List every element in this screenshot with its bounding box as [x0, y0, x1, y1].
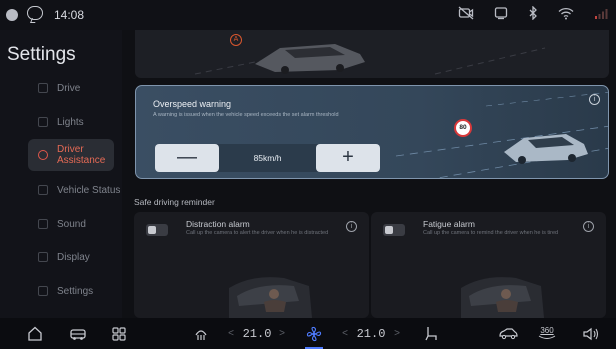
status-badge: A	[230, 34, 242, 46]
decrease-button[interactable]: —	[155, 144, 219, 172]
apps-grid-icon[interactable]	[108, 318, 130, 349]
driver-cabin-illustration	[229, 277, 312, 318]
card-description: Call up the camera to alert the driver w…	[186, 230, 329, 236]
sidebar-item-label: Lights	[57, 116, 84, 128]
volume-icon[interactable]	[580, 318, 602, 349]
light-icon	[38, 117, 48, 127]
message-icon[interactable]	[27, 6, 43, 20]
fan-icon[interactable]	[303, 318, 325, 349]
sidebar-item-driver-assistance[interactable]: Driver Assistance	[28, 139, 114, 171]
card-description: Call up the camera to remind the driver …	[423, 230, 559, 236]
distraction-alarm-toggle[interactable]	[146, 224, 168, 236]
section-heading: Safe driving reminder	[134, 197, 215, 207]
screen-icon[interactable]	[494, 6, 508, 20]
car-illustration	[194, 44, 546, 75]
main-content: A Overspeed warning A warning is issued …	[122, 30, 616, 318]
driver-assist-icon	[38, 150, 48, 160]
wifi-icon[interactable]	[558, 7, 574, 20]
camera-off-icon[interactable]	[458, 6, 474, 20]
sidebar-item-label: Display	[57, 251, 90, 263]
sidebar-item-label: Settings	[57, 285, 94, 297]
sidebar-item-label: Sound	[57, 218, 86, 230]
temp-up-right-button[interactable]: >	[392, 318, 402, 349]
sidebar-item-lights[interactable]: Lights	[0, 109, 122, 135]
profile-icon[interactable]	[6, 9, 18, 21]
info-icon[interactable]: i	[346, 221, 357, 232]
seat-icon[interactable]	[420, 318, 442, 349]
info-icon[interactable]: i	[583, 221, 594, 232]
previous-feature-card: A	[135, 30, 609, 78]
bluetooth-icon[interactable]	[528, 6, 538, 20]
home-icon[interactable]	[24, 318, 46, 349]
sidebar-item-drive[interactable]: Drive	[0, 75, 122, 101]
sidebar-item-label: Vehicle Status	[57, 184, 121, 196]
steering-wheel-icon	[38, 83, 48, 93]
view-360-label: 360	[540, 326, 554, 335]
temp-down-right-button[interactable]: <	[340, 318, 350, 349]
view-360-button[interactable]: 360	[536, 318, 558, 349]
speed-limit-sign: 80	[454, 119, 472, 137]
card-description: A warning is issued when the vehicle spe…	[153, 112, 339, 118]
car-icon[interactable]	[66, 318, 90, 349]
sidebar-item-label: Driver Assistance	[57, 144, 106, 166]
card-title: Fatigue alarm	[423, 219, 475, 229]
clock: 14:08	[54, 8, 85, 22]
road-illustration	[396, 91, 608, 178]
card-title: Overspeed warning	[153, 99, 232, 109]
seat-heat-icon[interactable]	[190, 318, 212, 349]
signal-icon	[595, 8, 608, 19]
bottom-dock: < 21.0 > < 21.0 > 360	[0, 318, 616, 349]
display-icon	[38, 252, 48, 262]
card-title: Distraction alarm	[186, 219, 250, 229]
sidebar-item-vehicle-status[interactable]: Vehicle Status	[0, 177, 122, 203]
page-title: Settings	[7, 44, 76, 65]
sidebar-item-label: Drive	[57, 82, 81, 94]
left-temperature: 21.0	[242, 326, 272, 341]
right-temperature: 21.0	[356, 326, 386, 341]
speed-value: 85km/h	[253, 153, 282, 163]
temp-down-left-button[interactable]: <	[226, 318, 236, 349]
speed-threshold-stepper: — 85km/h +	[155, 144, 380, 172]
increase-button[interactable]: +	[316, 144, 380, 172]
overspeed-warning-card: Overspeed warning A warning is issued wh…	[135, 85, 609, 179]
fatigue-alarm-toggle[interactable]	[383, 224, 405, 236]
car-status-icon	[38, 185, 48, 195]
speaker-icon	[38, 219, 48, 229]
sidebar-item-settings[interactable]: Settings	[0, 278, 122, 304]
settings-sidebar: Settings Drive Lights Driver Assistance …	[0, 30, 122, 318]
fatigue-alarm-card: Fatigue alarm Call up the camera to remi…	[371, 212, 606, 318]
gear-icon	[38, 286, 48, 296]
temp-up-left-button[interactable]: >	[277, 318, 287, 349]
distraction-alarm-card: Distraction alarm Call up the camera to …	[134, 212, 369, 318]
sidebar-item-sound[interactable]: Sound	[0, 211, 122, 237]
sidebar-item-display[interactable]: Display	[0, 244, 122, 270]
status-bar: 14:08	[0, 0, 616, 30]
car-side-icon[interactable]	[496, 318, 520, 349]
driver-cabin-illustration	[461, 277, 544, 318]
